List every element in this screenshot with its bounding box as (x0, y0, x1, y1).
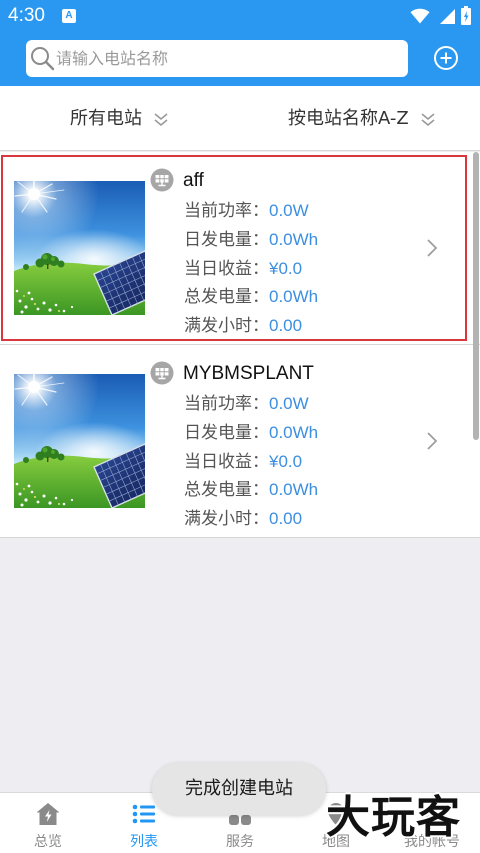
stat-value: ¥0.0 (269, 451, 303, 471)
plant-stats: 当前功率：0.0W 日发电量：0.0Wh 当日收益：¥0.0 总发电量：0.0W… (184, 392, 318, 536)
chevron-right-icon[interactable] (426, 431, 438, 451)
tab-overview[interactable]: 总览 (0, 793, 96, 853)
station-filter-dropdown[interactable]: 所有电站 (70, 107, 170, 131)
stat-label: 当前功率： (184, 394, 269, 414)
double-chevron-down-icon (152, 111, 170, 127)
stat-daily-energy: 日发电量：0.0Wh (184, 228, 318, 257)
home-icon (36, 803, 60, 825)
stat-value: 0.0W (269, 201, 309, 220)
stat-label: 总发电量： (184, 480, 269, 501)
stat-current-power: 当前功率：0.0W (184, 392, 318, 421)
plant-card[interactable]: aff 当前功率：0.0W 日发电量：0.0Wh 当日收益：¥0.0 总发电量：… (0, 152, 480, 345)
status-time: 4:30 (8, 5, 45, 26)
app-screen: 4:30 A 所有电站 (0, 0, 480, 853)
stat-label: 当前功率： (184, 201, 269, 221)
search-icon (31, 47, 55, 71)
wifi-icon (410, 8, 430, 24)
plant-photo (14, 181, 145, 315)
stat-value: 0.0Wh (269, 480, 319, 500)
double-chevron-down-icon (419, 111, 437, 127)
sort-dropdown[interactable]: 按电站名称A-Z (288, 107, 437, 131)
tab-label: 总览 (34, 834, 62, 850)
solar-plant-icon (150, 361, 174, 385)
stat-label: 当日收益： (184, 258, 269, 279)
plant-stats: 当前功率：0.0W 日发电量：0.0Wh 当日收益：¥0.0 总发电量：0.0W… (184, 199, 318, 343)
plant-photo (14, 374, 145, 508)
stat-value: ¥0.0 (269, 258, 303, 278)
status-bar: 4:30 A (0, 0, 480, 32)
stat-daily-revenue: 当日收益：¥0.0 (184, 257, 318, 286)
notification-app-icon: A (62, 9, 76, 23)
stat-current-power: 当前功率：0.0W (184, 199, 318, 228)
stat-value: 0.00 (269, 316, 303, 336)
chevron-right-icon[interactable] (426, 238, 438, 258)
plant-name: MYBMSPLANT (183, 363, 314, 384)
solar-plant-icon (150, 168, 174, 192)
search-input[interactable] (56, 40, 401, 77)
sort-label: 按电站名称A-Z (288, 108, 409, 129)
plant-card[interactable]: MYBMSPLANT 当前功率：0.0W 日发电量：0.0Wh 当日收益：¥0.… (0, 345, 480, 538)
stat-label: 满发小时： (184, 316, 269, 337)
signal-icon (440, 9, 455, 24)
stat-total-energy: 总发电量：0.0Wh (184, 478, 318, 507)
toast-message: 完成创建电站 (152, 763, 326, 815)
list-scrollbar[interactable] (473, 152, 479, 440)
stat-daily-energy: 日发电量：0.0Wh (184, 421, 318, 450)
stat-value: 0.00 (269, 509, 303, 529)
stat-value: 0.0Wh (269, 287, 319, 307)
tab-label: 列表 (130, 834, 158, 850)
stat-total-energy: 总发电量：0.0Wh (184, 285, 318, 314)
list-icon (132, 804, 155, 824)
stat-label: 日发电量： (184, 422, 269, 443)
station-filter-label: 所有电站 (70, 108, 142, 129)
stat-value: 0.0Wh (269, 229, 319, 249)
search-box[interactable] (26, 40, 408, 77)
watermark: 大玩客 (326, 792, 461, 843)
stat-label: 日发电量： (184, 229, 269, 250)
stat-label: 当日收益： (184, 451, 269, 472)
stat-value: 0.0Wh (269, 422, 319, 442)
top-toolbar (0, 32, 480, 86)
stat-label: 满发小时： (184, 509, 269, 530)
stat-label: 总发电量： (184, 287, 269, 308)
plant-name: aff (183, 170, 204, 191)
battery-icon (461, 6, 471, 25)
add-circle-icon[interactable] (433, 45, 459, 71)
tab-label: 服务 (226, 834, 254, 850)
stat-value: 0.0W (269, 394, 309, 413)
stat-full-load-hours: 满发小时：0.00 (184, 507, 318, 536)
stat-daily-revenue: 当日收益：¥0.0 (184, 450, 318, 479)
stat-full-load-hours: 满发小时：0.00 (184, 314, 318, 343)
filter-bar: 所有电站 按电站名称A-Z (0, 86, 480, 151)
